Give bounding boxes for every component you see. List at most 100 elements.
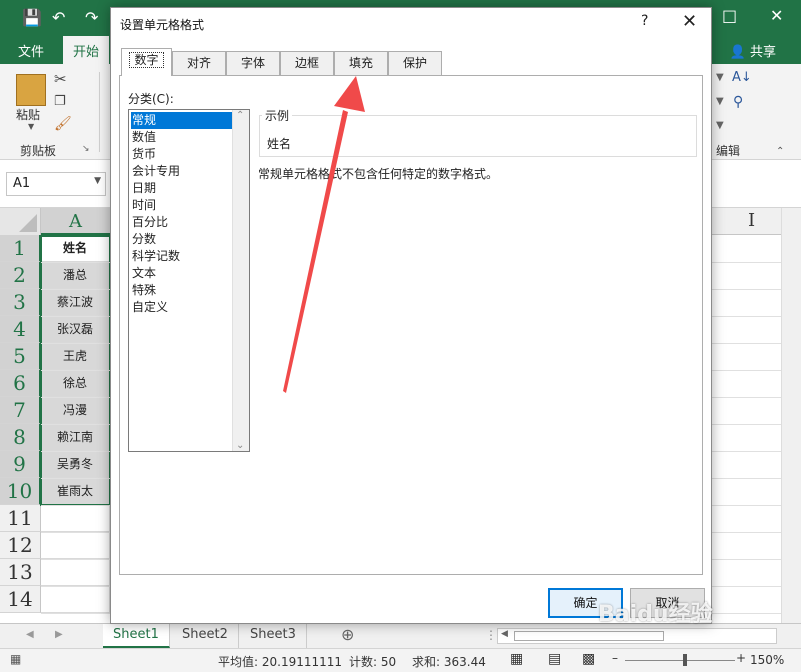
- save-icon[interactable]: 💾: [22, 8, 42, 27]
- list-item[interactable]: 会计专用: [131, 163, 232, 180]
- row-header[interactable]: 3: [0, 289, 41, 316]
- list-item[interactable]: 分数: [131, 231, 232, 248]
- sheet-tab-sheet1[interactable]: Sheet1: [103, 624, 170, 648]
- tab-font[interactable]: 字体: [226, 51, 280, 75]
- prev-sheet-icon[interactable]: ◀: [26, 629, 34, 640]
- table-cell[interactable]: 冯漫: [41, 397, 110, 424]
- tab-number[interactable]: 数字: [121, 48, 172, 76]
- list-item[interactable]: 自定义: [131, 299, 232, 316]
- zoom-out-icon[interactable]: –: [612, 651, 618, 665]
- format-painter-icon[interactable]: 🖌: [54, 116, 72, 132]
- sheet-tab-sheet3[interactable]: Sheet3: [240, 624, 307, 648]
- list-item[interactable]: 百分比: [131, 214, 232, 231]
- table-cell[interactable]: [41, 559, 110, 586]
- row-header[interactable]: 11: [0, 505, 41, 532]
- row-header[interactable]: 13: [0, 559, 41, 586]
- edit-group-label: 编辑: [716, 144, 741, 158]
- list-item[interactable]: 文本: [131, 265, 232, 282]
- row-header[interactable]: 5: [0, 343, 41, 370]
- row-header[interactable]: 14: [0, 586, 41, 613]
- tab-panel-number: 分类(C): 常规 数值 货币 会计专用 日期 时间 百分比 分数 科学记数 文…: [119, 75, 703, 575]
- row-header[interactable]: 9: [0, 451, 41, 478]
- row-header[interactable]: 6: [0, 370, 41, 397]
- table-cell[interactable]: 潘总: [41, 262, 110, 289]
- list-item[interactable]: 数值: [131, 129, 232, 146]
- tab-file[interactable]: 文件: [18, 41, 44, 60]
- table-cell[interactable]: 崔雨太: [41, 478, 110, 505]
- zoom-slider-thumb[interactable]: [683, 654, 687, 666]
- ribbon-dropdown-icon[interactable]: ▼: [716, 120, 724, 131]
- table-cell[interactable]: 姓名: [41, 235, 110, 262]
- tab-alignment[interactable]: 对齐: [172, 51, 226, 75]
- row-header[interactable]: 7: [0, 397, 41, 424]
- redo-icon[interactable]: ↷: [85, 8, 98, 27]
- scroll-left-icon[interactable]: ◀: [501, 629, 508, 639]
- tab-splitter-icon[interactable]: ⋮: [485, 628, 497, 642]
- table-cell[interactable]: [41, 586, 110, 613]
- tab-fill[interactable]: 填充: [334, 51, 388, 75]
- close-icon[interactable]: ✕: [682, 11, 697, 32]
- select-all-corner[interactable]: [0, 208, 41, 235]
- table-cell[interactable]: 徐总: [41, 370, 110, 397]
- vertical-scrollbar[interactable]: [781, 208, 801, 623]
- zoom-level[interactable]: 150%: [750, 653, 784, 667]
- collapse-ribbon-icon[interactable]: ⌃: [776, 146, 784, 157]
- scroll-thumb[interactable]: [514, 631, 664, 641]
- table-cell[interactable]: [41, 532, 110, 559]
- tab-home[interactable]: 开始: [63, 36, 110, 64]
- page-break-icon[interactable]: ▩: [582, 651, 595, 667]
- table-cell[interactable]: 王虎: [41, 343, 110, 370]
- tab-protection[interactable]: 保护: [388, 51, 442, 75]
- undo-icon[interactable]: ↶: [52, 8, 65, 27]
- list-item[interactable]: 货币: [131, 146, 232, 163]
- list-scrollbar[interactable]: ⌃ ⌄: [232, 110, 249, 451]
- ribbon-dropdown-icon[interactable]: ▼: [716, 72, 724, 83]
- normal-view-icon[interactable]: ▦: [510, 651, 523, 667]
- row-header[interactable]: 1: [0, 235, 41, 262]
- row-header[interactable]: 12: [0, 532, 41, 559]
- sheet-tab-sheet2[interactable]: Sheet2: [172, 624, 239, 648]
- paste-icon[interactable]: [16, 74, 46, 106]
- sort-filter-icon[interactable]: A↓: [732, 70, 752, 85]
- help-button[interactable]: ?: [641, 13, 648, 29]
- row-header[interactable]: 10: [0, 478, 41, 505]
- category-list[interactable]: 常规 数值 货币 会计专用 日期 时间 百分比 分数 科学记数 文本 特殊 自定…: [128, 109, 250, 452]
- list-item[interactable]: 常规: [131, 112, 232, 129]
- share-button[interactable]: 👤 共享: [730, 41, 776, 60]
- list-item[interactable]: 时间: [131, 197, 232, 214]
- chevron-down-icon[interactable]: ▼: [94, 176, 101, 186]
- table-cell[interactable]: 张汉磊: [41, 316, 110, 343]
- copy-icon[interactable]: ❐: [54, 94, 66, 109]
- list-item[interactable]: 科学记数: [131, 248, 232, 265]
- horizontal-scrollbar[interactable]: ◀: [497, 628, 777, 644]
- add-sheet-icon[interactable]: ⊕: [341, 625, 354, 644]
- macro-record-icon[interactable]: ▦: [10, 652, 21, 666]
- name-box[interactable]: A1 ▼: [6, 172, 106, 196]
- maximize-icon[interactable]: □: [722, 6, 737, 25]
- table-cell[interactable]: [41, 505, 110, 532]
- zoom-in-icon[interactable]: +: [736, 651, 746, 665]
- dialog-launcher-icon[interactable]: ↘: [82, 144, 90, 154]
- row-header[interactable]: 4: [0, 316, 41, 343]
- zoom-slider[interactable]: [625, 660, 735, 661]
- chevron-up-icon[interactable]: ⌃: [236, 110, 244, 121]
- table-cell[interactable]: 蔡江波: [41, 289, 110, 316]
- column-header-a[interactable]: A: [41, 208, 110, 235]
- row-header[interactable]: 2: [0, 262, 41, 289]
- tab-border[interactable]: 边框: [280, 51, 334, 75]
- find-select-icon[interactable]: ⚲: [733, 94, 743, 110]
- close-window-icon[interactable]: ✕: [770, 6, 783, 25]
- list-item[interactable]: 日期: [131, 180, 232, 197]
- paste-dropdown-icon[interactable]: ▼: [28, 122, 34, 131]
- chevron-down-icon[interactable]: ⌄: [236, 440, 244, 451]
- text-cursor-icon: I: [748, 210, 756, 231]
- ribbon-dropdown-icon[interactable]: ▼: [716, 96, 724, 107]
- table-cell[interactable]: 吴勇冬: [41, 451, 110, 478]
- row-header[interactable]: 8: [0, 424, 41, 451]
- next-sheet-icon[interactable]: ▶: [55, 629, 63, 640]
- paste-label[interactable]: 粘贴: [16, 106, 40, 123]
- cut-icon[interactable]: ✂: [54, 70, 67, 88]
- table-cell[interactable]: 赖江南: [41, 424, 110, 451]
- list-item[interactable]: 特殊: [131, 282, 232, 299]
- page-layout-icon[interactable]: ▤: [548, 651, 561, 667]
